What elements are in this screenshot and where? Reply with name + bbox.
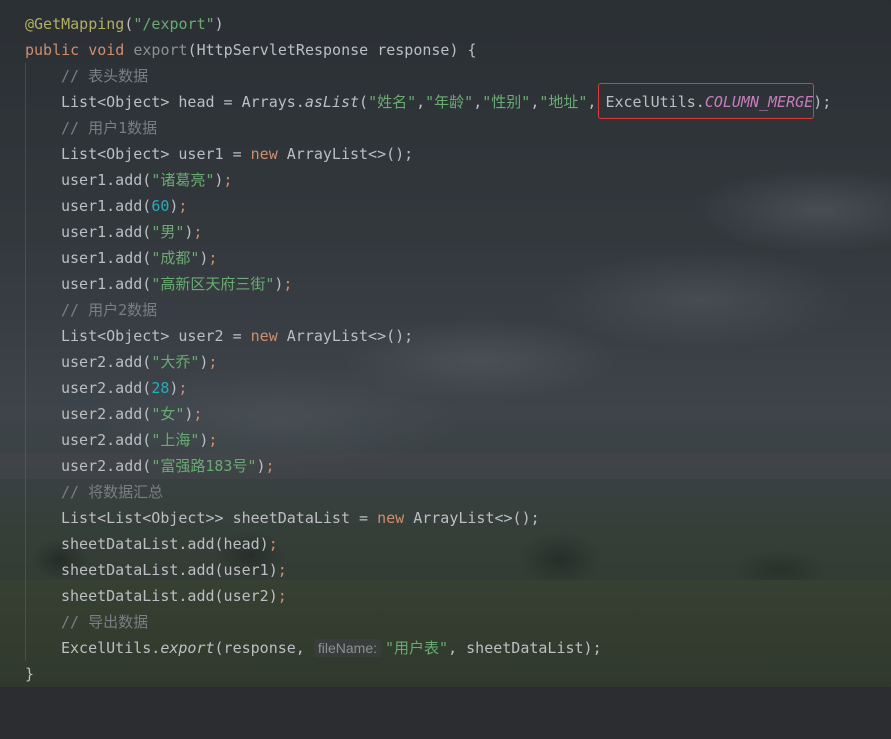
- code-editor[interactable]: @GetMapping("/export") public void expor…: [0, 0, 891, 687]
- head-col-name: "姓名": [368, 93, 417, 111]
- code-line-21[interactable]: sheetDataList.add(head);: [0, 531, 891, 557]
- indent-guide: [25, 427, 26, 453]
- comment-head: // 表头数据: [61, 67, 149, 85]
- indent-guide: [25, 401, 26, 427]
- method-params: (HttpServletResponse response) {: [187, 41, 477, 59]
- code-line-18-current[interactable]: user2.add("富强路183号");: [0, 453, 891, 479]
- indent-guide: [25, 193, 26, 219]
- indent-guide: [25, 219, 26, 245]
- aslist-method: asList: [304, 93, 360, 111]
- head-declaration: List<Object> head = Arrays.: [61, 93, 305, 111]
- code-line-6[interactable]: List<Object> user1 = new ArrayList<>();: [0, 141, 891, 167]
- file-name-string: "用户表": [385, 639, 449, 657]
- head-col-age: "年龄": [425, 93, 474, 111]
- user2-city-string: "上海": [151, 431, 200, 449]
- indent-guide: [25, 245, 26, 271]
- keyword-new: new: [250, 145, 278, 163]
- indent-guide: [25, 89, 26, 115]
- user1-age-number: 60: [151, 197, 170, 215]
- indent-guide: [25, 505, 26, 531]
- code-line-12[interactable]: // 用户2数据: [0, 297, 891, 323]
- code-line-24[interactable]: // 导出数据: [0, 609, 891, 635]
- comment-user2: // 用户2数据: [61, 301, 158, 319]
- indent-guide: [25, 557, 26, 583]
- annotation-token: @GetMapping: [25, 15, 125, 33]
- code-line-26[interactable]: }: [0, 661, 891, 687]
- user2-gender-string: "女": [151, 405, 185, 423]
- user1-city-string: "成都": [151, 249, 200, 267]
- code-line-11[interactable]: user1.add("高新区天府三街");: [0, 271, 891, 297]
- keyword-void: void: [88, 41, 125, 59]
- code-line-15[interactable]: user2.add(28);: [0, 375, 891, 401]
- indent-guide: [25, 115, 26, 141]
- comment-export: // 导出数据: [61, 613, 149, 631]
- comment-user1: // 用户1数据: [61, 119, 158, 137]
- indent-guide: [25, 479, 26, 505]
- indent-guide: [25, 609, 26, 635]
- indent-guide: [25, 531, 26, 557]
- export-method: export: [160, 639, 215, 657]
- code-line-8[interactable]: user1.add(60);: [0, 193, 891, 219]
- parameter-hint-filename: fileName:: [313, 639, 382, 657]
- code-line-19[interactable]: // 将数据汇总: [0, 479, 891, 505]
- column-merge-highlight-box: [598, 83, 814, 119]
- user1-name-string: "诸葛亮": [151, 171, 215, 189]
- code-line-9[interactable]: user1.add("男");: [0, 219, 891, 245]
- indent-guide: [25, 63, 26, 89]
- mapping-path-string: "/export": [133, 15, 215, 33]
- keyword-new: new: [250, 327, 278, 345]
- user2-declaration: List<Object> user2 =: [61, 327, 251, 345]
- user1-gender-string: "男": [151, 223, 185, 241]
- user1-declaration: List<Object> user1 =: [61, 145, 251, 163]
- keyword-new: new: [377, 509, 405, 527]
- indent-guide: [25, 375, 26, 401]
- code-line-14[interactable]: user2.add("大乔");: [0, 349, 891, 375]
- keyword-public: public: [25, 41, 80, 59]
- code-line-7[interactable]: user1.add("诸葛亮");: [0, 167, 891, 193]
- code-line-23[interactable]: sheetDataList.add(user2);: [0, 583, 891, 609]
- code-line-1[interactable]: @GetMapping("/export"): [0, 11, 891, 37]
- sheet-list-declaration: List<List<Object>> sheetDataList =: [61, 509, 378, 527]
- indent-guide: [25, 453, 26, 479]
- comment-summary: // 将数据汇总: [61, 483, 164, 501]
- user1-address-string: "高新区天府三街": [151, 275, 275, 293]
- indent-guide: [25, 349, 26, 375]
- method-name: export: [133, 41, 188, 59]
- code-line-17[interactable]: user2.add("上海");: [0, 427, 891, 453]
- head-col-gender: "性别": [482, 93, 531, 111]
- indent-guide: [25, 297, 26, 323]
- indent-guide: [25, 583, 26, 609]
- closing-brace: }: [25, 665, 35, 683]
- code-line-22[interactable]: sheetDataList.add(user1);: [0, 557, 891, 583]
- code-line-16[interactable]: user2.add("女");: [0, 401, 891, 427]
- user2-address-string: "富强路183号": [151, 457, 257, 475]
- head-col-address: "地址": [539, 93, 588, 111]
- indent-guide: [25, 167, 26, 193]
- code-line-2[interactable]: public void export(HttpServletResponse r…: [0, 37, 891, 63]
- code-line-13[interactable]: List<Object> user2 = new ArrayList<>();: [0, 323, 891, 349]
- code-line-25[interactable]: ExcelUtils.export(response, fileName: "用户…: [0, 635, 891, 661]
- code-line-10[interactable]: user1.add("成都");: [0, 245, 891, 271]
- user2-name-string: "大乔": [151, 353, 200, 371]
- indent-guide: [25, 635, 26, 661]
- indent-guide: [25, 141, 26, 167]
- user2-age-number: 28: [151, 379, 170, 397]
- code-line-20[interactable]: List<List<Object>> sheetDataList = new A…: [0, 505, 891, 531]
- indent-guide: [25, 271, 26, 297]
- indent-guide: [25, 323, 26, 349]
